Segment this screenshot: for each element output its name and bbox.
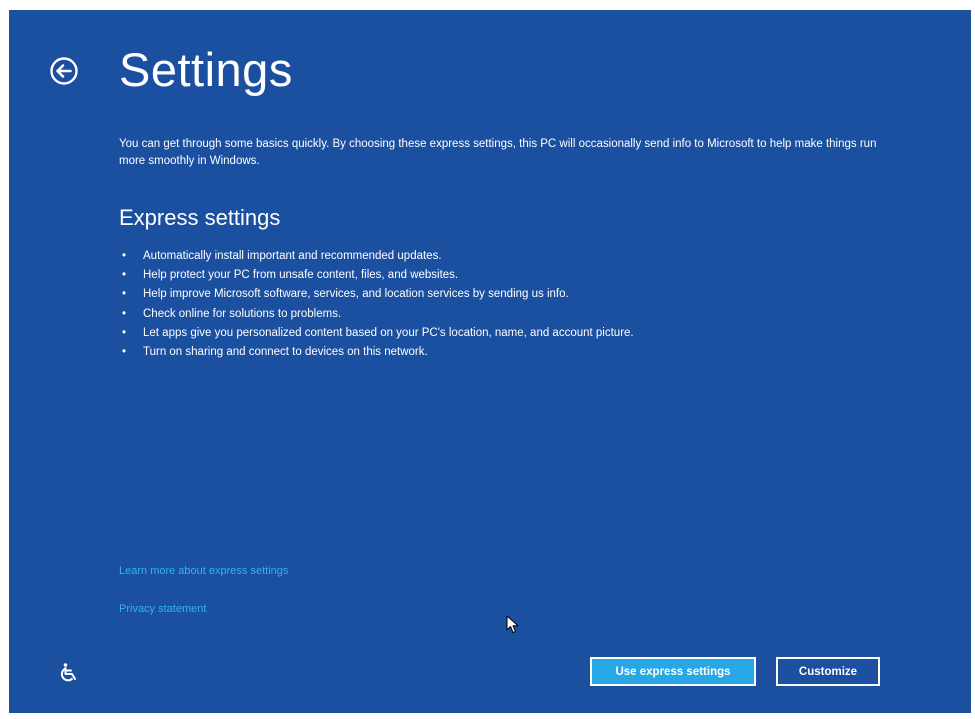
back-arrow-icon[interactable]	[49, 56, 79, 86]
oobe-settings-screen: Settings You can get through some basics…	[9, 10, 971, 713]
use-express-settings-button[interactable]: Use express settings	[590, 657, 756, 686]
bullet-glyph: •	[122, 345, 127, 358]
list-item: • Help improve Microsoft software, servic…	[119, 285, 634, 304]
list-item: • Help protect your PC from unsafe conten…	[119, 266, 634, 285]
list-item: • Turn on sharing and connect to devices …	[119, 343, 634, 362]
page-title: Settings	[119, 43, 293, 96]
list-item-text: Let apps give you personalized content b…	[143, 326, 634, 339]
bullet-glyph: •	[122, 326, 127, 339]
privacy-statement-link[interactable]: Privacy statement	[119, 603, 206, 615]
list-item: • Let apps give you personalized content …	[119, 324, 634, 343]
mouse-pointer-icon	[506, 615, 520, 640]
ease-of-access-icon[interactable]	[57, 662, 79, 684]
learn-more-link[interactable]: Learn more about express settings	[119, 565, 288, 577]
customize-button[interactable]: Customize	[776, 657, 880, 686]
list-item-text: Check online for solutions to problems.	[143, 307, 342, 320]
list-item: • Check online for solutions to problems.	[119, 305, 634, 324]
list-item-text: Help protect your PC from unsafe content…	[143, 269, 459, 282]
list-item-text: Help improve Microsoft software, service…	[143, 288, 569, 301]
list-item-text: Automatically install important and reco…	[143, 250, 442, 262]
section-heading: Express settings	[119, 205, 281, 230]
list-item: • Automatically install important and rec…	[119, 247, 634, 266]
intro-text: You can get through some basics quickly.…	[119, 138, 877, 167]
express-settings-list: • Automatically install important and rec…	[119, 247, 634, 362]
bullet-glyph: •	[122, 269, 127, 282]
bullet-glyph: •	[122, 250, 127, 262]
bullet-glyph: •	[122, 288, 127, 301]
list-item-text: Turn on sharing and connect to devices o…	[143, 345, 428, 358]
bullet-glyph: •	[122, 307, 127, 320]
